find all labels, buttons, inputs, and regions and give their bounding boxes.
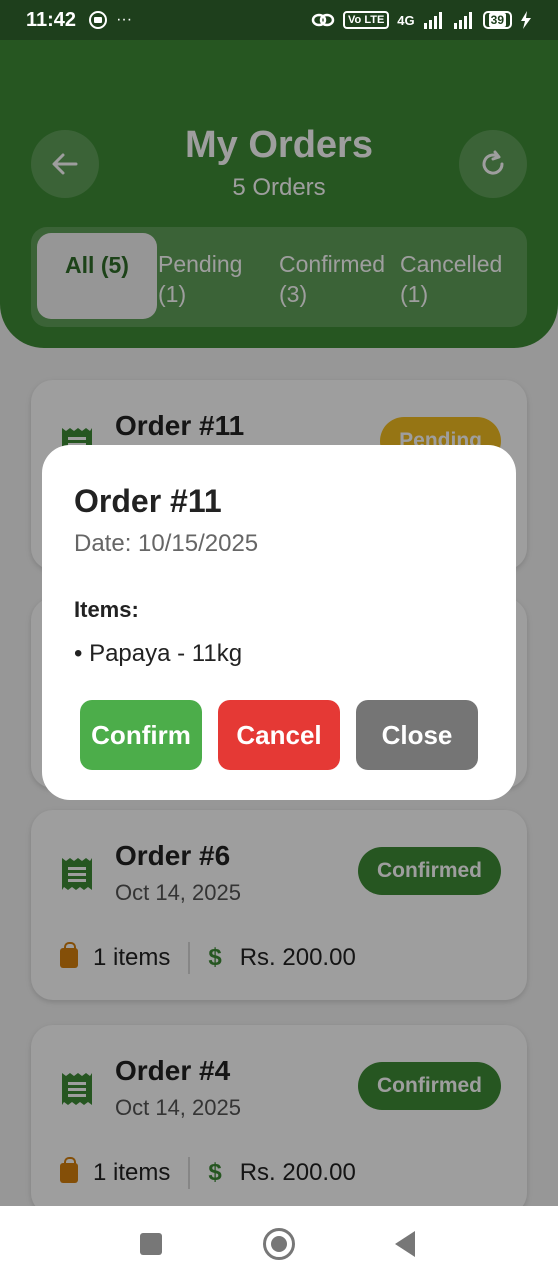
status-time: 11:42 (26, 8, 77, 31)
signal-icon-2 (453, 12, 472, 29)
more-icon: ··· (116, 11, 133, 28)
recents-icon[interactable] (140, 1233, 162, 1255)
status-right: Vo LTE 4G 39 (311, 11, 532, 29)
home-icon[interactable] (263, 1228, 295, 1260)
system-nav-bar (0, 1206, 558, 1280)
cancel-button[interactable]: Cancel (218, 700, 340, 770)
dialog-date: Date: 10/15/2025 (74, 530, 259, 557)
battery-icon: 39 (482, 11, 512, 29)
status-left-icons: ··· (88, 10, 132, 30)
link-icon (311, 13, 335, 27)
order-detail-dialog: Order #11 Date: 10/15/2025 Items: • Papa… (42, 445, 516, 800)
signal-icon (423, 12, 442, 29)
back-nav-icon[interactable] (395, 1231, 415, 1257)
dialog-title: Order #11 (74, 483, 222, 519)
network-type: 4G (397, 12, 415, 28)
status-bar: 11:42 ··· Vo LTE 4G 39 (0, 0, 558, 40)
items-label: Items: (74, 597, 139, 622)
charging-icon (521, 11, 531, 29)
close-button[interactable]: Close (356, 700, 478, 770)
battery-level: 39 (488, 13, 506, 27)
item-line: • Papaya - 11kg (74, 640, 243, 667)
volte-badge: Vo LTE (343, 11, 390, 29)
confirm-button[interactable]: Confirm (80, 700, 202, 770)
record-icon (89, 11, 108, 29)
